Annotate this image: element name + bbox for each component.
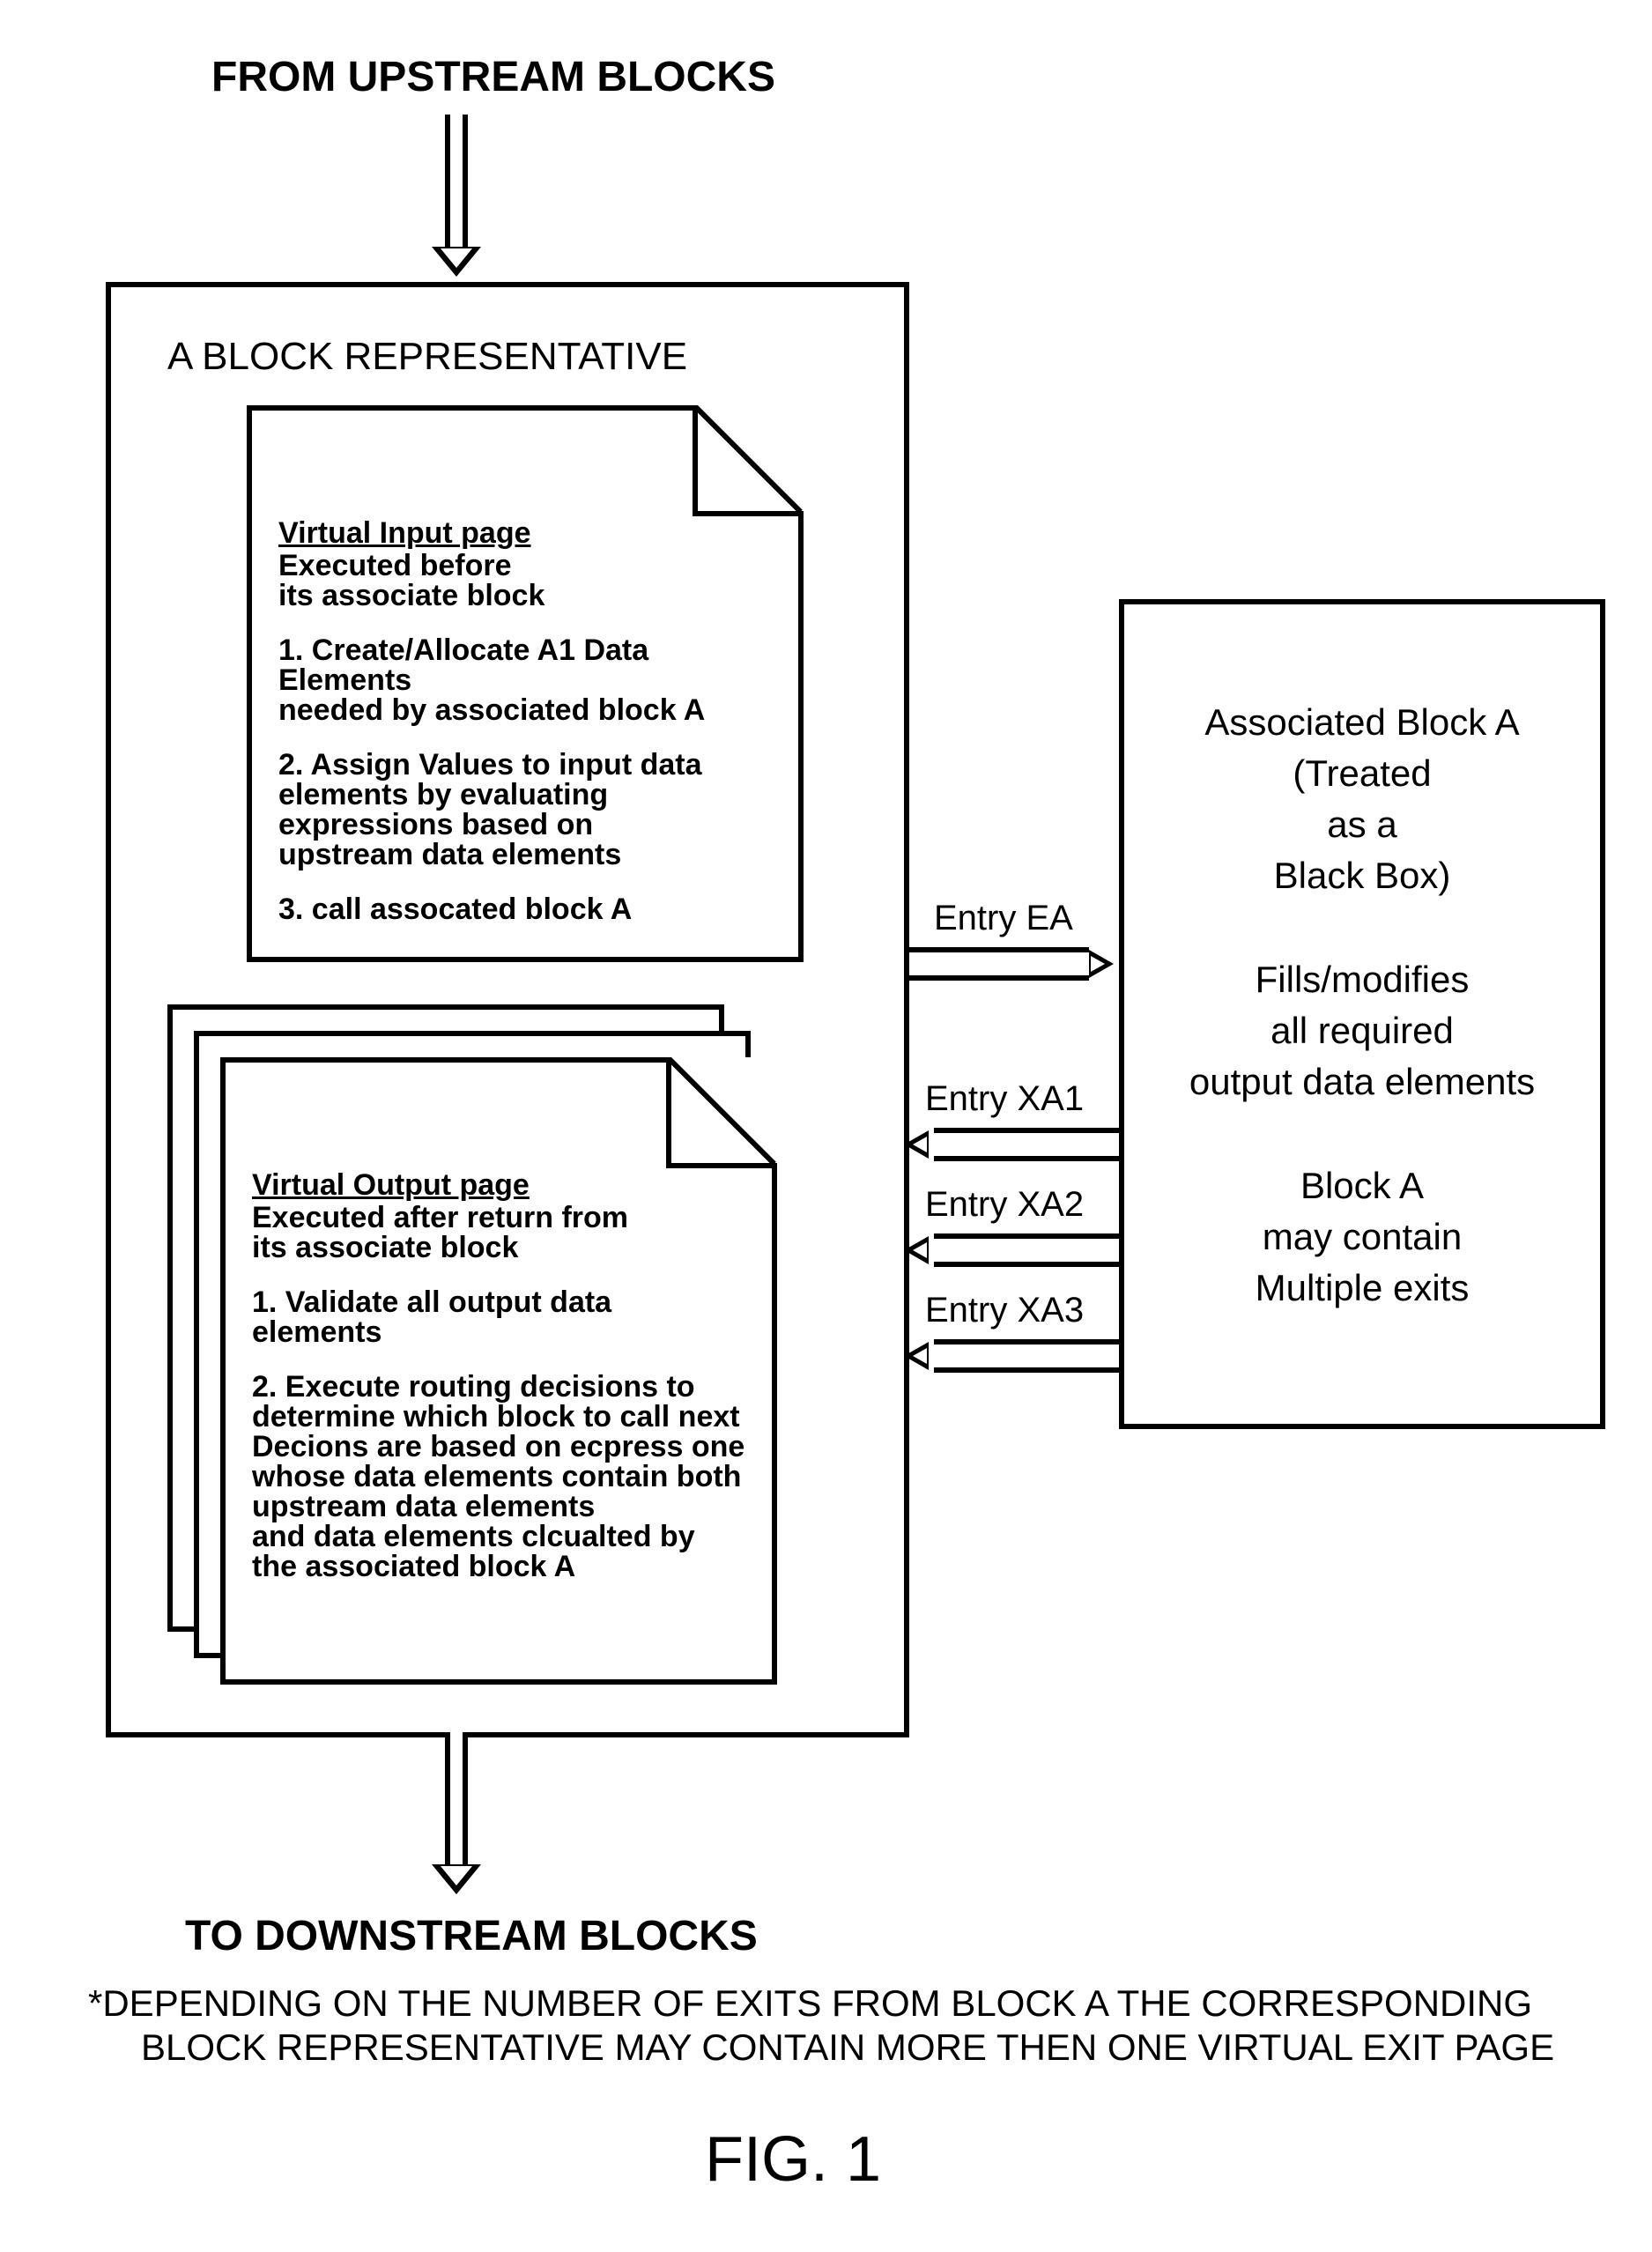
output-page-item2-l4: whose data elements contain both: [252, 1462, 745, 1492]
arrow-from-upstream: [439, 115, 474, 282]
input-page-item2-l2: elements by evaluating: [278, 780, 772, 810]
block-representative-title: A BLOCK REPRESENTATIVE: [167, 335, 687, 379]
label-entry-xa1: Entry XA1: [925, 1079, 1084, 1119]
diagram-canvas: FROM UPSTREAM BLOCKS A BLOCK REPRESENTAT…: [0, 0, 1652, 2252]
input-page-item2-l1: 2. Assign Values to input data: [278, 750, 772, 780]
assoc-l8: Block A: [1124, 1165, 1600, 1207]
assoc-l10: Multiple exits: [1124, 1267, 1600, 1309]
input-page-item3-l1: 3. call assocated block A: [278, 894, 772, 924]
assoc-l6: all required: [1124, 1010, 1600, 1052]
downstream-label: TO DOWNSTREAM BLOCKS: [185, 1912, 758, 1960]
associated-block-a: Associated Block A (Treated as a Black B…: [1119, 599, 1605, 1429]
output-page-subtitle-2: its associate block: [252, 1233, 745, 1263]
virtual-input-page: Virtual Input page Executed before its a…: [247, 405, 804, 962]
footnote-line-2: BLOCK REPRESENTATIVE MAY CONTAIN MORE TH…: [141, 2026, 1554, 2069]
arrow-to-downstream: [439, 1732, 474, 1900]
output-page-item2-l7: the associated block A: [252, 1552, 745, 1582]
input-page-item2-l3: expressions based on: [278, 810, 772, 840]
assoc-l1: Associated Block A: [1124, 701, 1600, 744]
input-page-subtitle-2: its associate block: [278, 581, 772, 611]
input-page-item2-l4: upstream data elements: [278, 840, 772, 870]
assoc-l7: output data elements: [1124, 1061, 1600, 1103]
upstream-label: FROM UPSTREAM BLOCKS: [211, 53, 775, 101]
output-page-item2-l6: and data elements clcualted by: [252, 1522, 745, 1552]
output-page-item2-l2: determine which block to call next: [252, 1402, 745, 1432]
input-page-title: Virtual Input page: [278, 516, 772, 551]
label-entry-xa3: Entry XA3: [925, 1291, 1084, 1330]
output-page-item2-l1: 2. Execute routing decisions to: [252, 1372, 745, 1402]
output-page-item2-l5: upstream data elements: [252, 1492, 745, 1522]
assoc-l4: Black Box): [1124, 855, 1600, 897]
input-page-item1-l1: 1. Create/Allocate A1 Data Elements: [278, 635, 772, 695]
assoc-l3: as a: [1124, 804, 1600, 846]
output-page-item1-l1: 1. Validate all output data elements: [252, 1287, 745, 1347]
assoc-l2: (Treated: [1124, 752, 1600, 795]
assoc-l5: Fills/modifies: [1124, 959, 1600, 1001]
output-page-subtitle-1: Executed after return from: [252, 1203, 745, 1233]
footnote-line-1: *DEPENDING ON THE NUMBER OF EXITS FROM B…: [88, 1982, 1532, 2025]
figure-label: FIG. 1: [705, 2123, 881, 2196]
input-page-item1-l2: needed by associated block A: [278, 695, 772, 725]
input-page-subtitle-1: Executed before: [278, 551, 772, 581]
virtual-output-page: Virtual Output page Executed after retur…: [220, 1057, 777, 1685]
output-page-title: Virtual Output page: [252, 1168, 745, 1203]
assoc-l9: may contain: [1124, 1216, 1600, 1258]
output-page-item2-l3: Decions are based on ecpress one: [252, 1432, 745, 1462]
label-entry-ea: Entry EA: [934, 899, 1073, 938]
label-entry-xa2: Entry XA2: [925, 1185, 1084, 1225]
